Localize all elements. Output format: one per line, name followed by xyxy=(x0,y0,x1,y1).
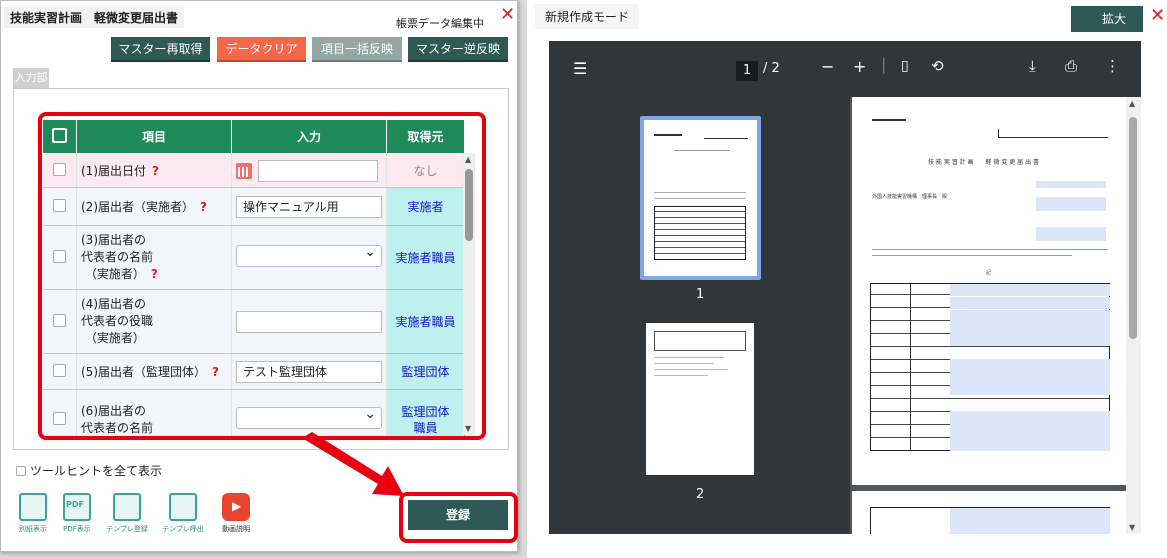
guide-arrow-icon xyxy=(302,432,404,496)
page-total: / 2 xyxy=(763,61,780,76)
note-mark: 記 xyxy=(986,270,992,276)
pdf-view-button[interactable]: PDF PDF表示 xyxy=(60,493,94,534)
zoom-button[interactable]: 拡大 xyxy=(1071,6,1143,32)
thumbnail-label: 1 xyxy=(696,287,705,302)
thumbnail-page-2[interactable] xyxy=(646,323,754,475)
master-refetch-button[interactable]: マスター再取得 xyxy=(111,37,210,62)
document-page xyxy=(852,491,1126,534)
scroll-up-icon[interactable]: ▲ xyxy=(1129,99,1135,108)
master-reverse-button[interactable]: マスター逆反映 xyxy=(408,37,508,62)
zoom-in-icon[interactable]: + xyxy=(853,57,866,76)
download-icon[interactable]: ⤓ xyxy=(1029,57,1036,75)
page-number-input[interactable]: 1 xyxy=(736,61,758,81)
rotate-icon[interactable]: ⟲ xyxy=(931,57,944,75)
document-scrollbar[interactable]: ▲ ▼ xyxy=(1126,97,1141,534)
addressee: 外国人技能実習機構 理事長 殿 xyxy=(872,194,948,200)
pdf-icon: PDF xyxy=(63,493,91,521)
video-help-button[interactable]: 動画説明 xyxy=(216,493,256,534)
template-save-button[interactable]: テンプレ登録 xyxy=(102,493,152,534)
fit-page-icon[interactable]: ▯ xyxy=(901,58,909,74)
data-clear-button[interactable]: データクリア xyxy=(217,37,306,62)
attachment-view-button[interactable]: 別紙表示 xyxy=(16,493,50,534)
thumbnail-label: 2 xyxy=(696,487,705,502)
scroll-down-icon[interactable]: ▼ xyxy=(1129,523,1135,532)
tooltip-toggle[interactable]: ツールヒントを全て表示 xyxy=(16,462,162,479)
template-load-icon xyxy=(169,493,197,521)
more-options-icon[interactable]: ⋮ xyxy=(1105,57,1120,75)
highlight-frame xyxy=(38,112,486,440)
form-title: 技 能 実 習 計 画 軽 微 変 更 届 出 書 xyxy=(928,159,1039,166)
highlight-frame xyxy=(399,492,518,543)
pdf-toolbar: ☰ − + | ▯ ⟲ ⤓ ⎙ ⋮ xyxy=(549,41,1141,97)
tooltip-checkbox[interactable] xyxy=(16,466,26,476)
document-icon xyxy=(19,493,47,521)
print-icon[interactable]: ⎙ xyxy=(1065,57,1077,75)
close-icon[interactable]: ✕ xyxy=(1150,5,1165,26)
edit-status: 帳票データ編集中 xyxy=(396,17,484,30)
template-load-button[interactable]: テンプレ呼出 xyxy=(158,493,208,534)
panel-title: 技能実習計画 軽微変更届出書 xyxy=(4,6,185,28)
close-icon[interactable]: ✕ xyxy=(500,6,515,24)
input-section-tab[interactable]: 入力部 xyxy=(13,68,49,88)
play-icon xyxy=(222,493,250,521)
thumbnail-page-1[interactable] xyxy=(644,120,757,276)
bulk-reflect-button[interactable]: 項目一括反映 xyxy=(312,37,402,62)
template-save-icon xyxy=(113,493,141,521)
mode-label: 新規作成モード xyxy=(535,4,640,29)
document-page: 技 能 実 習 計 画 軽 微 変 更 届 出 書 外国人技能実習機構 理事長 … xyxy=(852,97,1126,485)
menu-icon[interactable]: ☰ xyxy=(573,59,587,78)
zoom-out-icon[interactable]: − xyxy=(821,57,834,76)
